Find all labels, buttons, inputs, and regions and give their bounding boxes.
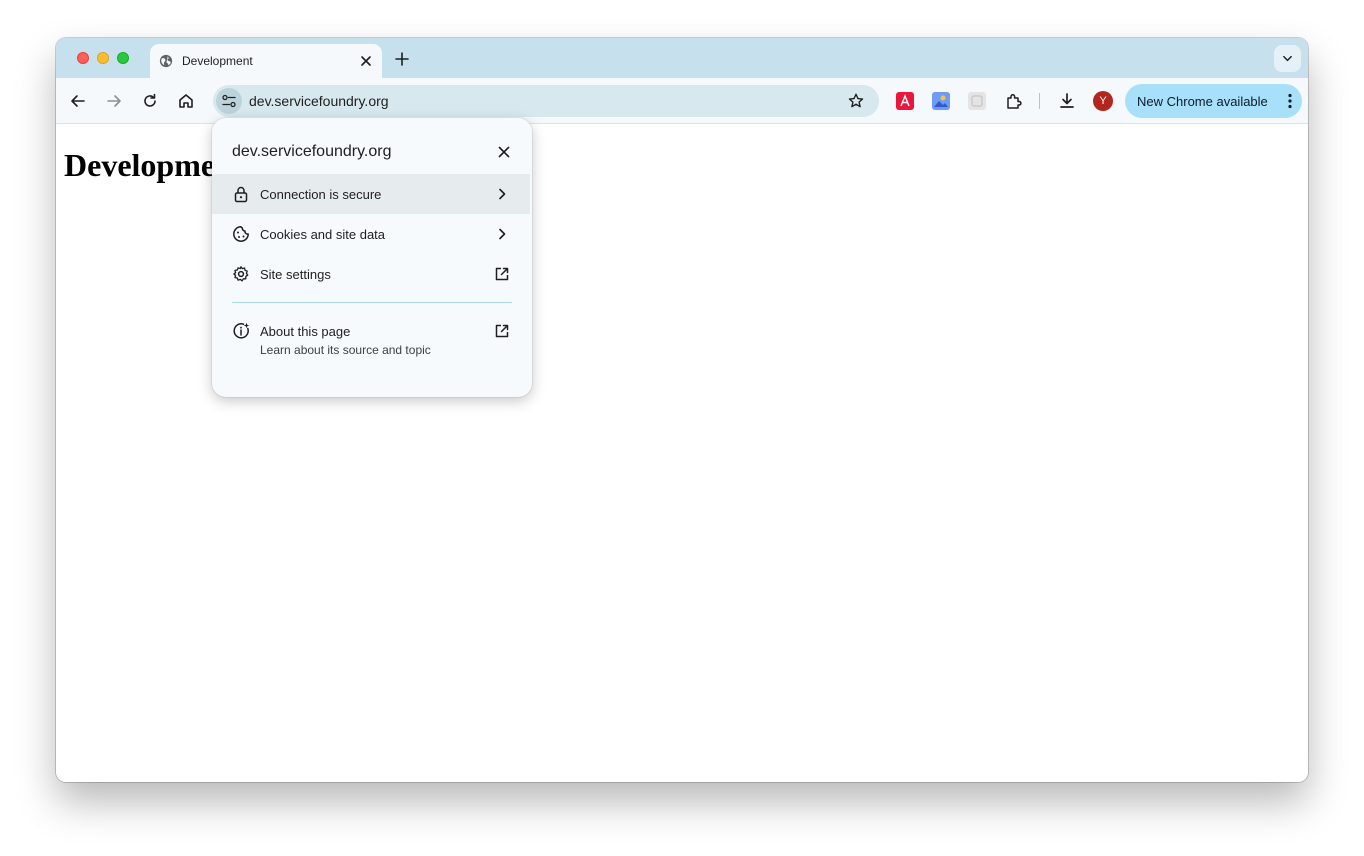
site-settings-label: Site settings bbox=[260, 267, 331, 282]
connection-secure-label: Connection is secure bbox=[260, 187, 382, 202]
forward-icon[interactable] bbox=[104, 91, 124, 111]
tab-strip: Development bbox=[56, 38, 1308, 78]
grey-extension-icon[interactable] bbox=[968, 92, 986, 110]
connection-secure-item[interactable]: Connection is secure bbox=[212, 174, 530, 214]
globe-icon bbox=[159, 54, 173, 68]
toolbar-divider bbox=[1039, 93, 1040, 109]
chevron-right-icon bbox=[499, 188, 506, 200]
info-sparkle-icon bbox=[233, 322, 250, 339]
external-link-icon bbox=[495, 324, 509, 338]
cookie-icon bbox=[233, 226, 249, 242]
minimize-window-button[interactable] bbox=[97, 52, 109, 64]
popup-title: dev.servicefoundry.org bbox=[232, 143, 392, 160]
tune-icon bbox=[222, 94, 236, 108]
url-text: dev.servicefoundry.org bbox=[249, 93, 389, 109]
site-info-button[interactable] bbox=[216, 88, 242, 114]
update-label: New Chrome available bbox=[1137, 94, 1268, 109]
gear-icon bbox=[233, 266, 249, 282]
photo-extension-icon[interactable] bbox=[932, 92, 950, 110]
more-vertical-icon bbox=[1288, 93, 1292, 109]
tab-title: Development bbox=[182, 54, 253, 68]
home-icon[interactable] bbox=[176, 91, 196, 111]
new-chrome-available-button[interactable]: New Chrome available bbox=[1125, 84, 1302, 118]
download-icon[interactable] bbox=[1057, 91, 1077, 111]
bookmark-star-icon[interactable] bbox=[847, 92, 865, 110]
close-tab-icon[interactable] bbox=[358, 53, 374, 69]
adobe-acrobat-extension-icon[interactable] bbox=[896, 92, 914, 110]
lock-icon bbox=[234, 186, 248, 203]
maximize-window-button[interactable] bbox=[117, 52, 129, 64]
extensions-puzzle-icon[interactable] bbox=[1004, 91, 1024, 111]
about-this-page-label: About this page bbox=[260, 324, 351, 339]
close-icon[interactable] bbox=[496, 144, 512, 160]
cookies-site-data-label: Cookies and site data bbox=[260, 227, 386, 242]
address-bar[interactable]: dev.servicefoundry.org bbox=[213, 85, 879, 117]
reload-icon[interactable] bbox=[140, 91, 160, 111]
popup-divider bbox=[232, 302, 512, 303]
site-settings-item[interactable]: Site settings bbox=[212, 254, 530, 294]
external-link-icon bbox=[495, 267, 509, 281]
site-info-popup: dev.servicefoundry.org Connection is sec… bbox=[212, 118, 532, 397]
plus-icon[interactable] bbox=[392, 49, 412, 69]
back-icon[interactable] bbox=[68, 91, 88, 111]
profile-avatar[interactable]: Y bbox=[1093, 91, 1113, 111]
about-this-page-sublabel: Learn about its source and topic bbox=[260, 343, 431, 357]
close-window-button[interactable] bbox=[77, 52, 89, 64]
chevron-right-icon bbox=[499, 228, 506, 240]
chevron-down-icon bbox=[1283, 55, 1292, 62]
tab-development[interactable]: Development bbox=[150, 44, 382, 78]
cookies-site-data-item[interactable]: Cookies and site data bbox=[212, 214, 530, 254]
tab-search-button[interactable] bbox=[1274, 45, 1301, 72]
about-this-page-item[interactable]: About this page Learn about its source a… bbox=[212, 318, 530, 364]
